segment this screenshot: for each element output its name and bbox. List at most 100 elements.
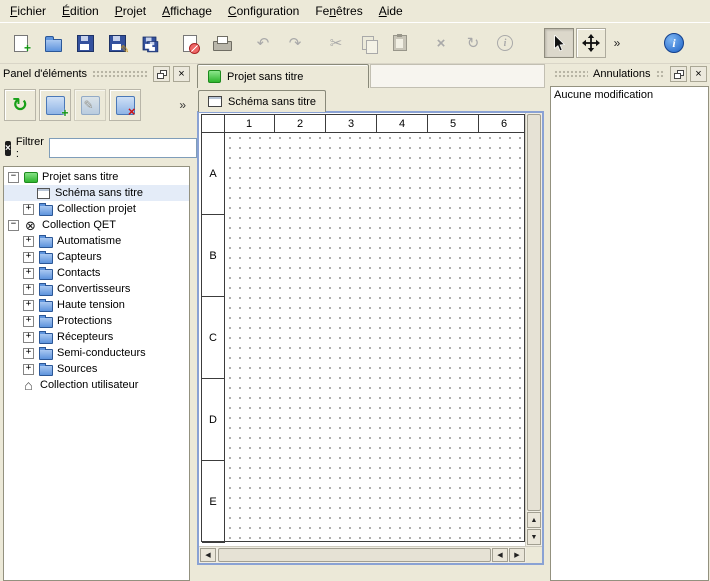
tree-item[interactable]: + Contacts bbox=[4, 265, 189, 281]
arrow-left-icon: ◀ bbox=[205, 551, 210, 559]
schema-canvas[interactable]: 123456 ABCDE bbox=[199, 113, 525, 546]
scroll-up-button[interactable]: ▲ bbox=[527, 512, 541, 528]
row-header: A bbox=[202, 133, 225, 215]
new-document-button[interactable]: + bbox=[6, 28, 36, 58]
vertical-scrollbar[interactable]: ▲ ▼ bbox=[525, 113, 542, 546]
tree-item[interactable]: +Capteurs bbox=[4, 249, 189, 265]
tree-expander[interactable]: + bbox=[23, 316, 34, 327]
tree-item[interactable]: +Collection projet bbox=[4, 201, 189, 217]
rotate-button[interactable]: ↻ bbox=[458, 28, 488, 58]
tree-item-label: Automatisme bbox=[57, 235, 121, 247]
dock-handle[interactable] bbox=[656, 70, 666, 79]
toolbar-overflow-button[interactable]: » bbox=[608, 28, 626, 58]
close-icon: × bbox=[178, 69, 184, 80]
save-button[interactable] bbox=[70, 28, 100, 58]
menu-item[interactable]: Projet bbox=[107, 1, 154, 21]
close-icon: × bbox=[695, 69, 701, 80]
tree-item[interactable]: ⌂Collection utilisateur bbox=[4, 377, 189, 393]
undo-list: Aucune modification bbox=[550, 86, 709, 581]
column-headers: 123456 bbox=[224, 115, 525, 132]
project-icon bbox=[23, 171, 38, 184]
tree-item[interactable]: Schéma sans titre bbox=[4, 185, 189, 201]
save-icon bbox=[77, 35, 94, 52]
elements-panel-titlebar: Panel d'éléments × bbox=[0, 64, 193, 84]
folder-icon bbox=[38, 251, 53, 264]
undo-panel: Annulations × Aucune modification bbox=[549, 64, 710, 581]
menu-item[interactable]: Édition bbox=[54, 1, 107, 21]
close-panel-button[interactable]: × bbox=[173, 66, 190, 82]
horizontal-scroll-thumb[interactable] bbox=[218, 548, 491, 562]
close-file-button[interactable] bbox=[175, 28, 205, 58]
tree-expander[interactable]: + bbox=[23, 300, 34, 311]
menu-item[interactable]: Affichage bbox=[154, 1, 220, 21]
column-header: 1 bbox=[224, 115, 275, 133]
close-panel-button[interactable]: × bbox=[690, 66, 707, 82]
tree-item[interactable]: +Haute tension bbox=[4, 297, 189, 313]
save-all-button[interactable] bbox=[134, 28, 164, 58]
dock-handle[interactable] bbox=[92, 70, 148, 79]
tree-expander[interactable]: + bbox=[23, 204, 34, 215]
tree-expander[interactable]: + bbox=[23, 252, 34, 263]
panel-overflow-button[interactable]: » bbox=[176, 96, 189, 114]
move-tool-button[interactable] bbox=[576, 28, 606, 58]
paste-button[interactable] bbox=[385, 28, 415, 58]
tree-item[interactable]: +Semi-conducteurs bbox=[4, 345, 189, 361]
delete-element-button[interactable]: × bbox=[109, 89, 141, 121]
tree-item[interactable]: +Sources bbox=[4, 361, 189, 377]
tree-item[interactable]: +Protections bbox=[4, 313, 189, 329]
about-qet-button[interactable]: i bbox=[659, 28, 689, 58]
menu-item[interactable]: Aide bbox=[371, 1, 411, 21]
float-panel-button[interactable] bbox=[670, 66, 687, 82]
tree-item[interactable]: + Automatisme bbox=[4, 233, 189, 249]
scroll-right-button[interactable]: ▶ bbox=[509, 548, 525, 562]
tree-expander[interactable]: − bbox=[8, 220, 19, 231]
clear-filter-button[interactable]: × bbox=[5, 141, 11, 156]
new-element-button[interactable]: + bbox=[39, 89, 71, 121]
scroll-left-button-2[interactable]: ◀ bbox=[492, 548, 508, 562]
element-info-button[interactable]: i bbox=[490, 28, 520, 58]
vertical-scroll-thumb[interactable] bbox=[527, 114, 541, 511]
dock-handle[interactable] bbox=[554, 70, 588, 79]
cut-button[interactable]: ✂ bbox=[321, 28, 351, 58]
open-project-button[interactable] bbox=[38, 28, 68, 58]
tree-expander[interactable]: + bbox=[23, 364, 34, 375]
delete-button[interactable]: × bbox=[426, 28, 456, 58]
arrow-left-icon: ◀ bbox=[497, 551, 502, 559]
folder-icon bbox=[38, 299, 53, 312]
save-as-button[interactable]: ✎ bbox=[102, 28, 132, 58]
edit-element-button[interactable]: ✎ bbox=[74, 89, 106, 121]
tree-item[interactable]: +Récepteurs bbox=[4, 329, 189, 345]
arrow-down-icon: ▼ bbox=[531, 534, 538, 541]
menu-item[interactable]: Fichier bbox=[2, 1, 54, 21]
scroll-left-button[interactable]: ◀ bbox=[200, 548, 216, 562]
menu-item[interactable]: Fenêtres bbox=[307, 1, 370, 21]
tree-expander[interactable]: + bbox=[23, 236, 34, 247]
menu-item[interactable]: Configuration bbox=[220, 1, 307, 21]
tree-item[interactable]: +Convertisseurs bbox=[4, 281, 189, 297]
tree-expander[interactable]: + bbox=[23, 332, 34, 343]
scroll-down-button[interactable]: ▼ bbox=[527, 529, 541, 545]
undo-button[interactable]: ↶ bbox=[248, 28, 278, 58]
tree-expander[interactable]: + bbox=[23, 268, 34, 279]
schema-tab[interactable]: Schéma sans titre bbox=[198, 90, 326, 112]
tree-item[interactable]: − Projet sans titre bbox=[4, 169, 189, 185]
redo-button[interactable]: ↷ bbox=[280, 28, 310, 58]
undo-list-item[interactable]: Aucune modification bbox=[551, 87, 708, 103]
reload-collections-button[interactable]: ↻ bbox=[4, 89, 36, 121]
tree-item-label: Contacts bbox=[57, 267, 100, 279]
qelectrotech-window: FichierÉditionProjetAffichageConfigurati… bbox=[0, 0, 710, 581]
float-panel-button[interactable] bbox=[153, 66, 170, 82]
horizontal-scrollbar[interactable]: ◀ ◀ ▶ bbox=[199, 546, 542, 563]
filter-input[interactable] bbox=[49, 138, 197, 158]
print-button[interactable] bbox=[207, 28, 237, 58]
tree-expander[interactable]: − bbox=[8, 172, 19, 183]
project-tab[interactable]: Projet sans titre bbox=[197, 64, 369, 88]
tree-expander[interactable]: + bbox=[23, 348, 34, 359]
folder-icon bbox=[38, 363, 53, 376]
elements-panel: Panel d'éléments × ↻ + ✎ × » bbox=[0, 64, 193, 581]
tree-item-label: Projet sans titre bbox=[42, 171, 118, 183]
tree-item[interactable]: −⊗Collection QET bbox=[4, 217, 189, 233]
tree-expander[interactable]: + bbox=[23, 284, 34, 295]
copy-button[interactable] bbox=[353, 28, 383, 58]
select-tool-button[interactable] bbox=[544, 28, 574, 58]
